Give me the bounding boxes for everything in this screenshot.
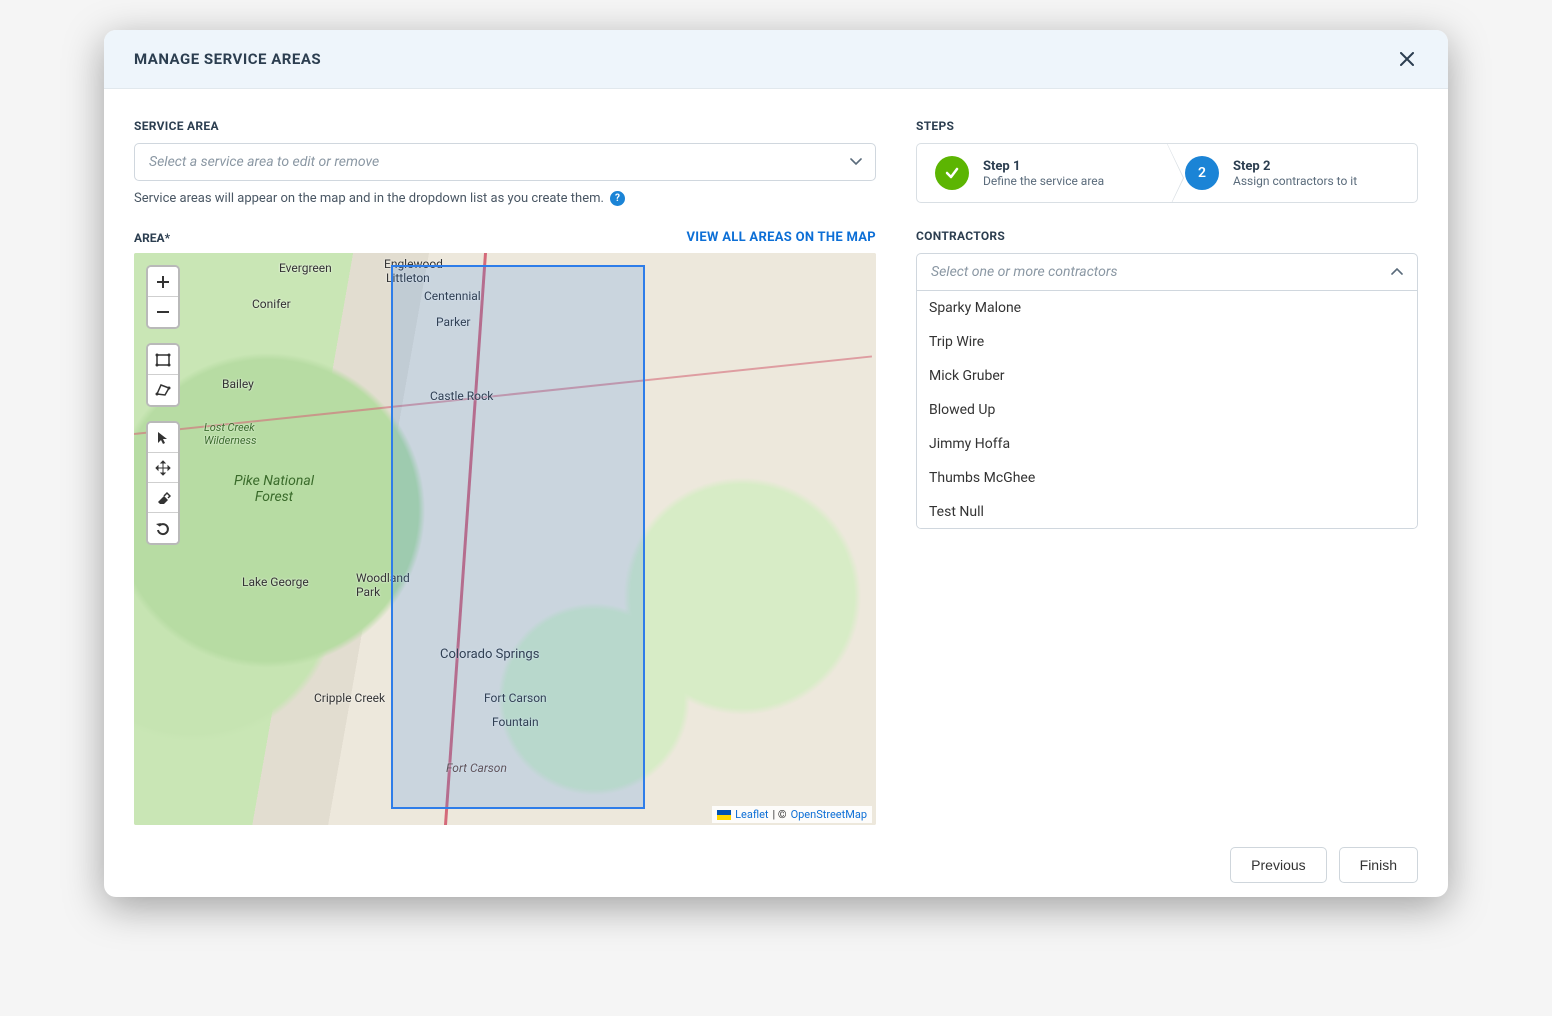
edit-controls [146, 421, 180, 545]
contractors-list[interactable]: Sparky Malone Trip Wire Mick Gruber Blow… [916, 291, 1418, 529]
move-button[interactable] [148, 453, 178, 483]
contractor-option[interactable]: Mick Gruber [917, 359, 1417, 393]
map-city-label: Cripple Creek [314, 691, 385, 705]
steps-label: STEPS [916, 119, 1418, 133]
manage-service-areas-modal: MANAGE SERVICE AREAS SERVICE AREA Select… [104, 30, 1448, 897]
minus-icon [156, 305, 170, 319]
undo-icon [155, 520, 171, 536]
step-1-sub: Define the service area [983, 174, 1104, 188]
map-city-label: Conifer [252, 297, 291, 311]
attrib-separator: | © [773, 808, 787, 821]
draw-polygon-button[interactable] [148, 375, 178, 405]
edit-button[interactable] [148, 423, 178, 453]
check-icon [944, 165, 960, 181]
contractors-select[interactable]: Select one or more contractors [916, 253, 1418, 291]
close-button[interactable] [1396, 48, 1418, 70]
service-area-helper: Service areas will appear on the map and… [134, 191, 876, 206]
step-2-badge: 2 [1185, 156, 1219, 190]
area-selection-rect[interactable] [391, 265, 645, 809]
service-area-label: SERVICE AREA [134, 119, 876, 133]
cursor-icon [155, 430, 171, 446]
previous-button[interactable]: Previous [1230, 847, 1326, 883]
map[interactable]: Pike National Forest Lost Creek Wilderne… [134, 253, 876, 825]
area-label: AREA* [134, 231, 170, 245]
erase-icon [155, 490, 171, 506]
modal-title: MANAGE SERVICE AREAS [134, 50, 321, 68]
draw-controls [146, 343, 180, 407]
area-header: AREA* VIEW ALL AREAS ON THE MAP [134, 230, 876, 245]
step-2-sub: Assign contractors to it [1233, 174, 1357, 188]
step-1-badge [935, 156, 969, 190]
map-city-label: Evergreen [279, 261, 332, 275]
map-controls [146, 265, 180, 545]
map-attribution: Leaflet | © OpenStreetMap [712, 806, 872, 823]
contractor-option[interactable]: Test Null [917, 495, 1417, 529]
close-icon [1400, 52, 1414, 66]
zoom-controls [146, 265, 180, 329]
ukraine-flag-icon [717, 810, 731, 820]
contractor-option[interactable]: Thumbs McGhee [917, 461, 1417, 495]
service-area-placeholder: Select a service area to edit or remove [149, 154, 379, 170]
contractor-option[interactable]: Blowed Up [917, 393, 1417, 427]
step-1-texts: Step 1 Define the service area [983, 159, 1104, 188]
step-1[interactable]: Step 1 Define the service area [917, 144, 1167, 202]
contractor-option[interactable]: Sparky Malone [917, 291, 1417, 325]
map-forest-label: Pike National Forest [234, 473, 314, 505]
step-1-title: Step 1 [983, 159, 1104, 174]
leaflet-link[interactable]: Leaflet [735, 808, 768, 821]
contractor-option[interactable]: Trip Wire [917, 325, 1417, 359]
erase-button[interactable] [148, 483, 178, 513]
undo-button[interactable] [148, 513, 178, 543]
step-2-texts: Step 2 Assign contractors to it [1233, 159, 1357, 188]
contractors-label: CONTRACTORS [916, 229, 1418, 243]
contractor-option[interactable]: Jimmy Hoffa [917, 427, 1417, 461]
service-area-select[interactable]: Select a service area to edit or remove [134, 143, 876, 181]
draw-rectangle-button[interactable] [148, 345, 178, 375]
rectangle-icon [155, 352, 171, 368]
move-icon [155, 460, 171, 476]
finish-button[interactable]: Finish [1339, 847, 1418, 883]
polygon-icon [155, 382, 171, 398]
left-column: SERVICE AREA Select a service area to ed… [134, 119, 876, 883]
modal-header: MANAGE SERVICE AREAS [104, 30, 1448, 89]
chevron-down-icon [850, 158, 862, 166]
zoom-in-button[interactable] [148, 267, 178, 297]
step-2-title: Step 2 [1233, 159, 1357, 174]
service-area-select-wrap: Select a service area to edit or remove [134, 143, 876, 181]
modal-body: SERVICE AREA Select a service area to ed… [104, 89, 1448, 897]
help-icon[interactable]: ? [610, 191, 625, 206]
service-area-helper-text: Service areas will appear on the map and… [134, 191, 604, 206]
plus-icon [156, 275, 170, 289]
osm-link[interactable]: OpenStreetMap [791, 808, 867, 821]
steps-wrap: Step 1 Define the service area 2 Step 2 … [916, 143, 1418, 203]
map-city-label: Lake George [242, 575, 309, 589]
map-wilderness-label: Lost Creek Wilderness [204, 421, 257, 447]
modal-footer: Previous Finish [916, 835, 1418, 883]
chevron-up-icon [1391, 268, 1403, 276]
zoom-out-button[interactable] [148, 297, 178, 327]
view-all-areas-link[interactable]: VIEW ALL AREAS ON THE MAP [686, 230, 876, 245]
right-column: STEPS Step 1 Define the service area 2 S… [916, 119, 1418, 883]
step-2[interactable]: 2 Step 2 Assign contractors to it [1167, 144, 1417, 202]
contractors-placeholder: Select one or more contractors [931, 264, 1117, 280]
map-city-label: Bailey [222, 377, 254, 391]
